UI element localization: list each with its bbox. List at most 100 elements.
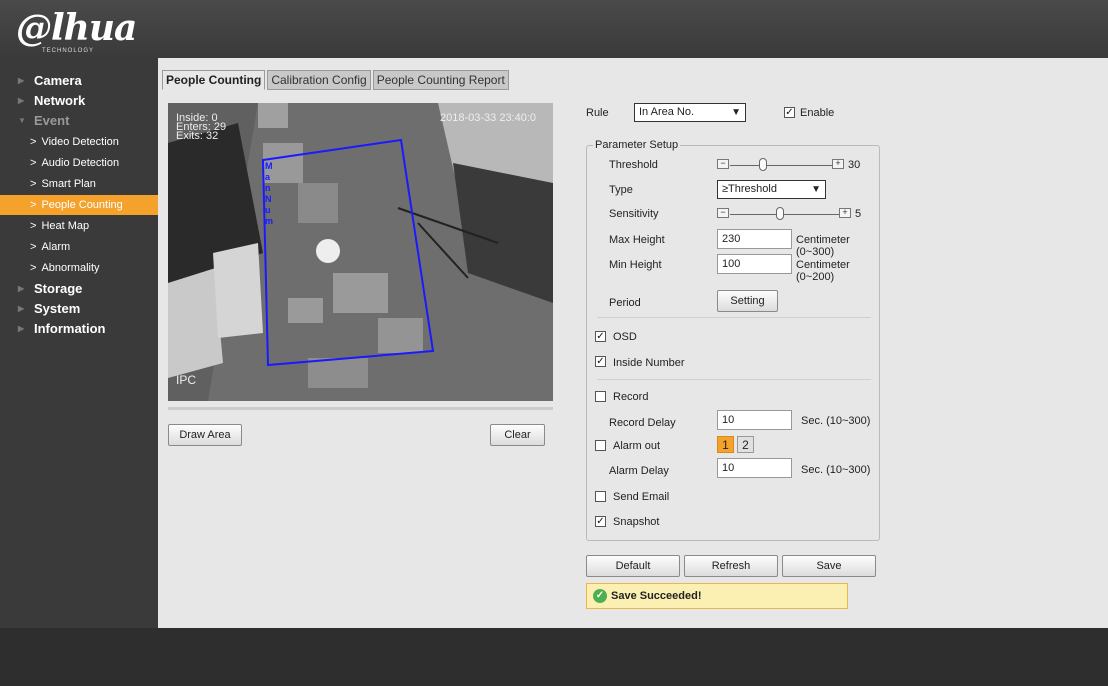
record-checkbox[interactable] (595, 391, 606, 402)
enable-checkbox[interactable]: ✓ (784, 107, 795, 118)
alarm-delay-input[interactable]: 10 (717, 458, 792, 478)
tab-people-counting-report[interactable]: People Counting Report (372, 70, 509, 90)
logo-text: @lhua (16, 7, 137, 49)
tab-people-counting[interactable]: People Counting (162, 70, 266, 90)
chevron-down-icon: ▼ (811, 184, 821, 195)
max-height-label: Max Height (609, 234, 665, 246)
sidebar-item-alarm[interactable]: > Alarm (0, 237, 158, 257)
footer-bar (0, 628, 1108, 686)
expand-arrow-icon: ▶ (18, 95, 25, 105)
video-scrollbar[interactable] (168, 407, 553, 410)
nav-event-label: Event (34, 112, 70, 128)
sidebar-item-label: Heat Map (41, 220, 90, 232)
inside-number-label: Inside Number (613, 357, 685, 369)
osd-timestamp: 2018-03-33 23:40:0 (440, 112, 537, 124)
osd-channel-name: IPC (176, 373, 197, 387)
rule-select-value: In Area No. (639, 106, 695, 118)
sidebar-item-audio-detection[interactable]: > Audio Detection (0, 153, 158, 173)
clear-button[interactable]: Clear (490, 424, 545, 446)
chevron-right-icon: > (30, 220, 37, 232)
refresh-button[interactable]: Refresh (684, 555, 778, 577)
alarm-out-label: Alarm out (613, 440, 661, 452)
rule-select[interactable]: In Area No. ▼ (634, 103, 746, 122)
sidebar-item-video-detection[interactable]: > Video Detection (0, 132, 158, 152)
nav-system[interactable]: ▶ System (0, 298, 158, 318)
threshold-value: 30 (848, 159, 861, 171)
nav-storage[interactable]: ▶ Storage (0, 278, 158, 298)
alarm-out-1-button[interactable]: 1 (717, 436, 734, 453)
sidebar-item-label: Audio Detection (41, 157, 120, 169)
rule-label: Rule (586, 107, 609, 119)
sidebar-item-label: Smart Plan (41, 178, 96, 190)
expand-arrow-icon: ▶ (18, 323, 25, 333)
top-bar: @lhua TECHNOLOGY (0, 0, 1108, 58)
max-height-unit: Centimeter (0~300) (796, 234, 850, 258)
sensitivity-decrease-button[interactable]: − (717, 208, 729, 218)
nav-camera-label: Camera (34, 72, 82, 88)
sidebar-item-people-counting[interactable]: > People Counting (0, 195, 158, 215)
threshold-decrease-button[interactable]: − (717, 159, 729, 169)
nav-storage-label: Storage (34, 280, 83, 296)
chevron-right-icon: > (30, 157, 37, 169)
sidebar-item-abnormality[interactable]: > Abnormality (0, 258, 158, 278)
camera-scene (168, 103, 553, 401)
osd-label: OSD (613, 331, 637, 343)
tab-calibration-config[interactable]: Calibration Config (267, 70, 371, 90)
threshold-slider-handle[interactable] (759, 158, 767, 171)
sensitivity-slider-track[interactable] (730, 214, 839, 215)
status-message: ✓ Save Succeeded! (586, 583, 848, 609)
nav-information[interactable]: ▶ Information (0, 318, 158, 338)
snapshot-checkbox[interactable]: ✓ (595, 516, 606, 527)
type-select-value: ≥Threshold (722, 183, 777, 195)
nav-network-label: Network (34, 92, 86, 108)
period-label: Period (609, 297, 641, 309)
threshold-increase-button[interactable]: + (832, 159, 844, 169)
check-circle-icon: ✓ (593, 589, 607, 603)
alarm-out-2-button[interactable]: 2 (737, 436, 754, 453)
send-email-checkbox[interactable] (595, 491, 606, 502)
divider (597, 317, 871, 318)
expand-arrow-icon: ▶ (18, 75, 25, 85)
sidebar: ▶ Camera ▶ Network ▼ Event > Video Detection… (0, 58, 158, 628)
expand-arrow-icon: ▶ (18, 283, 25, 293)
snapshot-label: Snapshot (613, 516, 660, 528)
sensitivity-increase-button[interactable]: + (839, 208, 851, 218)
status-message-text: Save Succeeded! (611, 590, 702, 602)
parameter-setup-group: Parameter Setup Threshold − + 30 Type ≥T… (586, 139, 880, 541)
main-content: People Counting Calibration Config Peopl… (158, 58, 1108, 628)
sidebar-item-smart-plan[interactable]: > Smart Plan (0, 174, 158, 194)
alarm-out-checkbox[interactable] (595, 440, 606, 451)
sidebar-item-heat-map[interactable]: > Heat Map (0, 216, 158, 236)
collapse-arrow-icon: ▼ (18, 115, 26, 125)
nav-camera[interactable]: ▶ Camera (0, 70, 158, 90)
osd-checkbox[interactable]: ✓ (595, 331, 606, 342)
inside-number-checkbox[interactable]: ✓ (595, 356, 606, 367)
nav-system-label: System (34, 300, 81, 316)
sensitivity-label: Sensitivity (609, 208, 659, 220)
nav-information-label: Information (34, 320, 106, 336)
parameter-setup-legend: Parameter Setup (593, 139, 681, 151)
default-button[interactable]: Default (586, 555, 680, 577)
chevron-right-icon: > (30, 262, 37, 274)
chevron-right-icon: > (30, 199, 37, 211)
chevron-right-icon: > (30, 241, 37, 253)
sensitivity-slider-handle[interactable] (776, 207, 784, 220)
type-select[interactable]: ≥Threshold ▼ (717, 180, 826, 199)
max-height-input[interactable]: 230 (717, 229, 792, 249)
record-delay-input[interactable]: 10 (717, 410, 792, 430)
sensitivity-value: 5 (855, 208, 862, 220)
min-height-input[interactable]: 100 (717, 254, 792, 274)
save-button[interactable]: Save (782, 555, 876, 577)
record-delay-label: Record Delay (609, 417, 676, 429)
alarm-delay-label: Alarm Delay (609, 465, 669, 477)
video-preview[interactable]: Inside: 0 Enters: 29 Exits: 32 2018-03-3… (168, 103, 553, 401)
draw-area-button[interactable]: Draw Area (168, 424, 242, 446)
nav-event[interactable]: ▼ Event (0, 110, 158, 130)
tab-bar: People Counting Calibration Config Peopl… (162, 70, 511, 90)
alarm-delay-unit: Sec. (10~300) (801, 464, 871, 476)
osd-exits: Exits: 32 (176, 130, 219, 142)
nav-network[interactable]: ▶ Network (0, 90, 158, 110)
divider (597, 379, 871, 380)
period-setting-button[interactable]: Setting (717, 290, 778, 312)
threshold-slider-track[interactable] (730, 165, 832, 166)
